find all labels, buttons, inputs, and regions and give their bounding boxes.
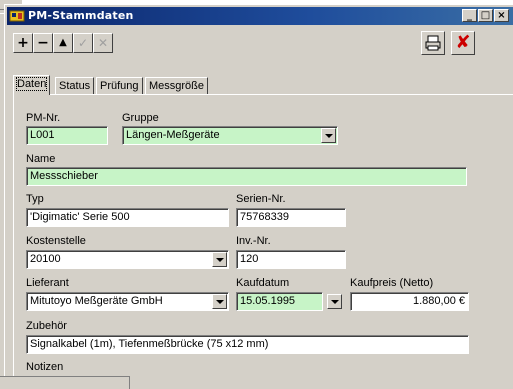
gruppe-select[interactable]: Längen-Meßgeräte [122, 126, 338, 145]
pm-nr-field[interactable]: L001 [26, 126, 108, 145]
chevron-down-icon[interactable] [212, 252, 227, 267]
delete-icon: ✘ [455, 32, 471, 53]
confirm-button[interactable]: ✓ [73, 33, 93, 53]
kostenstelle-label: Kostenstelle [26, 235, 86, 247]
typ-field[interactable]: 'Digimatic' Serie 500 [26, 208, 229, 227]
tab-status[interactable]: Status [55, 77, 95, 94]
serien-nr-label: Serien-Nr. [236, 193, 286, 205]
gruppe-label: Gruppe [122, 112, 159, 124]
print-button[interactable] [421, 31, 445, 55]
pm-nr-label: PM-Nr. [26, 112, 61, 124]
zubehoer-label: Zubehör [26, 320, 67, 332]
lieferant-label: Lieferant [26, 277, 69, 289]
status-bar [0, 376, 130, 389]
title-bar[interactable]: PM-Stammdaten _ □ × [7, 7, 513, 25]
add-record-button[interactable]: + [13, 33, 33, 53]
kaufpreis-label: Kaufpreis (Netto) [350, 277, 434, 289]
close-window-button[interactable]: × [494, 9, 509, 22]
tab-messgroesse[interactable]: Messgröße [145, 77, 209, 94]
kaufdatum-field[interactable]: 15.05.1995 [236, 292, 323, 311]
minimize-button[interactable]: _ [462, 9, 477, 22]
inv-nr-label: Inv.-Nr. [236, 235, 271, 247]
name-label: Name [26, 153, 56, 165]
kostenstelle-select[interactable]: 20100 [26, 250, 229, 269]
calendar-dropdown-button[interactable] [327, 294, 342, 309]
gruppe-value: Längen-Meßgeräte [126, 129, 220, 141]
notizen-label: Notizen [26, 361, 64, 373]
delete-button[interactable]: ✘ [451, 31, 475, 55]
remove-record-button[interactable]: − [33, 33, 53, 53]
zubehoer-field[interactable]: Signalkabel (1m), Tiefenmeßbrücke (75 x1… [26, 335, 469, 354]
daten-panel: PM-Nr. L001 Gruppe Längen-Meßgeräte Name… [13, 94, 513, 389]
window-title: PM-Stammdaten [28, 9, 134, 22]
chevron-down-icon[interactable] [321, 128, 336, 143]
lieferant-value: Mitutoyo Meßgeräte GmbH [30, 295, 163, 307]
maximize-button[interactable]: □ [478, 9, 493, 22]
kaufpreis-field[interactable]: 1.880,00 € [350, 292, 469, 311]
kaufdatum-label: Kaufdatum [236, 277, 290, 289]
kostenstelle-value: 20100 [30, 253, 61, 265]
printer-icon [425, 35, 441, 51]
app-icon [9, 10, 25, 22]
serien-nr-field[interactable]: 75768339 [236, 208, 346, 227]
typ-label: Typ [26, 193, 44, 205]
chevron-down-icon[interactable] [212, 294, 227, 309]
name-field[interactable]: Messschieber [26, 167, 467, 186]
cancel-edit-button[interactable]: ✕ [93, 33, 113, 53]
tab-daten[interactable]: Daten [13, 75, 51, 95]
pm-stammdaten-window: PM-Stammdaten _ □ × + − ▲ ✓ ✕ ✘ Daten St… [4, 4, 513, 389]
tab-pruefung[interactable]: Prüfung [96, 77, 143, 94]
lieferant-select[interactable]: Mitutoyo Meßgeräte GmbH [26, 292, 229, 311]
move-up-button[interactable]: ▲ [53, 33, 73, 53]
inv-nr-field[interactable]: 120 [236, 250, 346, 269]
